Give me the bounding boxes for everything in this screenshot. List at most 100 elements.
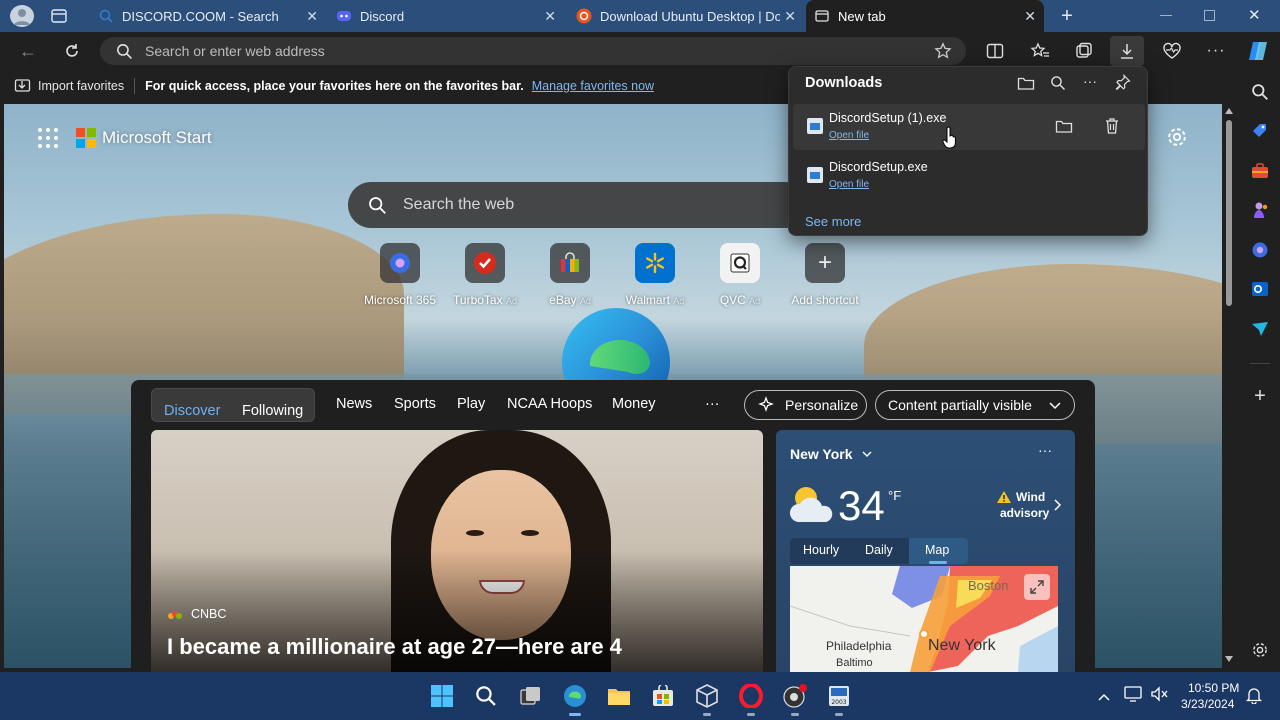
see-more-link[interactable]: See more (805, 214, 861, 229)
opera-icon[interactable] (735, 680, 767, 712)
microsoft-365-icon[interactable] (1248, 238, 1272, 262)
manage-favorites-link[interactable]: Manage favorites now (532, 79, 654, 93)
page-scrollbar[interactable] (1222, 104, 1236, 668)
tab-ncaa-hoops[interactable]: NCAA Hoops (507, 387, 592, 421)
tab-news[interactable]: News (336, 387, 372, 421)
games-icon[interactable] (1248, 198, 1272, 222)
file-explorer-icon[interactable] (603, 680, 635, 712)
microsoft-store-icon[interactable] (647, 680, 679, 712)
content-visibility-dropdown[interactable]: Content partially visible (875, 390, 1075, 420)
maximize-icon[interactable] (1204, 10, 1215, 21)
virtualbox-icon[interactable] (691, 680, 723, 712)
weather-tab-map[interactable]: Map (925, 543, 949, 557)
more-tabs-icon[interactable]: ··· (705, 387, 720, 421)
weather-tab-hourly[interactable]: Hourly (803, 543, 839, 557)
tab-actions-icon[interactable] (50, 8, 68, 24)
close-tab-icon[interactable]: ✕ (544, 8, 556, 25)
weather-tab-daily[interactable]: Daily (865, 543, 893, 557)
tab-sports[interactable]: Sports (394, 387, 436, 421)
shortcut-walmart[interactable]: Walmart Ad (610, 243, 700, 307)
personalize-button[interactable]: Personalize (744, 390, 867, 420)
scroll-up-icon[interactable] (1225, 108, 1233, 114)
refresh-icon[interactable] (58, 37, 86, 65)
tab-following[interactable]: Following (242, 394, 303, 428)
close-tab-icon[interactable]: ✕ (784, 8, 796, 25)
sidebar-search-icon[interactable] (1248, 80, 1272, 104)
shopping-tag-icon[interactable] (1248, 119, 1272, 143)
show-in-folder-icon[interactable] (1055, 118, 1073, 139)
scroll-thumb[interactable] (1226, 120, 1232, 306)
clock-time[interactable]: 10:50 PM (1188, 681, 1239, 695)
pin-downloads-icon[interactable] (1115, 73, 1131, 95)
add-shortcut-button[interactable]: + Add shortcut (780, 243, 870, 307)
search-downloads-icon[interactable] (1050, 75, 1066, 96)
exe-file-icon (807, 167, 823, 183)
clock-date[interactable]: 3/23/2024 (1181, 697, 1234, 711)
browser-essentials-icon[interactable] (1158, 37, 1186, 65)
profile-avatar[interactable] (10, 5, 34, 27)
import-favorites-icon[interactable] (14, 78, 31, 94)
outlook-icon[interactable] (1248, 277, 1272, 301)
favorites-icon[interactable] (1026, 37, 1054, 65)
downloads-icon[interactable] (1110, 36, 1144, 66)
expand-map-icon[interactable] (1024, 574, 1050, 600)
shortcut-turbotax[interactable]: TurboTax Ad (440, 243, 530, 307)
volume-muted-icon[interactable] (1150, 686, 1168, 707)
downloads-more-icon[interactable]: ··· (1083, 73, 1097, 89)
app-launcher-icon[interactable] (38, 128, 58, 148)
brand-title[interactable]: Microsoft Start (102, 128, 212, 148)
collections-icon[interactable] (1070, 37, 1098, 65)
open-file-link[interactable]: Open file (829, 130, 869, 141)
minimize-icon[interactable] (1160, 15, 1172, 16)
tab-ubuntu[interactable]: Download Ubuntu Desktop | Do ✕ (568, 0, 804, 32)
shortcut-microsoft-365[interactable]: Microsoft 365 (355, 243, 445, 307)
import-favorites-link[interactable]: Import favorites (38, 79, 124, 93)
back-icon[interactable]: ← (14, 37, 42, 65)
download-item[interactable]: DiscordSetup (1).exe Open file (793, 104, 1145, 150)
start-windows-icon[interactable] (426, 680, 458, 712)
tab-new-tab[interactable]: New tab ✕ (806, 0, 1044, 32)
open-file-link[interactable]: Open file (829, 179, 869, 190)
scroll-down-icon[interactable] (1225, 656, 1233, 662)
tab-play[interactable]: Play (457, 387, 485, 421)
close-window-icon[interactable]: ✕ (1248, 6, 1261, 24)
weather-city[interactable]: New York (790, 446, 873, 462)
open-downloads-folder-icon[interactable] (1017, 75, 1035, 96)
download-item[interactable]: DiscordSetup.exe Open file (793, 153, 1145, 199)
legacy-app-icon[interactable]: 2003 (823, 680, 855, 712)
add-sidebar-app-icon[interactable]: + (1248, 384, 1272, 408)
show-hidden-icons[interactable] (1097, 689, 1111, 707)
tab-money[interactable]: Money (612, 387, 656, 421)
address-bar[interactable]: Search or enter web address (100, 37, 966, 65)
tab-discover[interactable]: Discover (164, 394, 220, 428)
weather-more-icon[interactable]: ··· (1038, 442, 1052, 458)
shortcut-ebay[interactable]: eBay Ad (525, 243, 615, 307)
notifications-icon[interactable] (1245, 686, 1263, 709)
tab-discord[interactable]: Discord ✕ (328, 0, 564, 32)
obs-icon[interactable] (779, 680, 811, 712)
task-view-icon[interactable] (515, 680, 547, 712)
split-screen-icon[interactable] (981, 37, 1009, 65)
delete-icon[interactable] (1104, 117, 1120, 140)
weather-alert[interactable]: Wind advisory (994, 490, 1064, 522)
network-icon[interactable] (1124, 686, 1142, 707)
favorite-star-icon[interactable] (934, 42, 952, 60)
close-tab-icon[interactable]: ✕ (1024, 8, 1036, 25)
web-search-box[interactable]: Search the web (348, 182, 808, 228)
weather-map[interactable]: Boston Philadelphia Baltimo New York (790, 566, 1058, 672)
article-headline[interactable]: I became a millionaire at age 27—here ar… (167, 634, 622, 660)
tab-discord-search[interactable]: DISCORD.COOM - Search ✕ (90, 0, 326, 32)
sidebar-settings-icon[interactable] (1248, 638, 1272, 662)
edge-taskbar-icon[interactable] (559, 680, 591, 712)
taskbar-search-icon[interactable] (470, 680, 502, 712)
copilot-icon[interactable] (1244, 37, 1272, 65)
tools-briefcase-icon[interactable] (1248, 159, 1272, 183)
hero-article-card[interactable]: CNBC I became a millionaire at age 27—he… (151, 430, 763, 672)
shortcut-qvc[interactable]: QVC Ad (695, 243, 785, 307)
more-options-icon[interactable]: ··· (1202, 37, 1230, 65)
page-settings-icon[interactable] (1166, 126, 1188, 148)
drop-icon[interactable] (1248, 317, 1272, 341)
alert-line-1: Wind (1016, 490, 1046, 504)
new-tab-plus-icon[interactable]: + (1057, 6, 1077, 26)
close-tab-icon[interactable]: ✕ (306, 8, 318, 25)
